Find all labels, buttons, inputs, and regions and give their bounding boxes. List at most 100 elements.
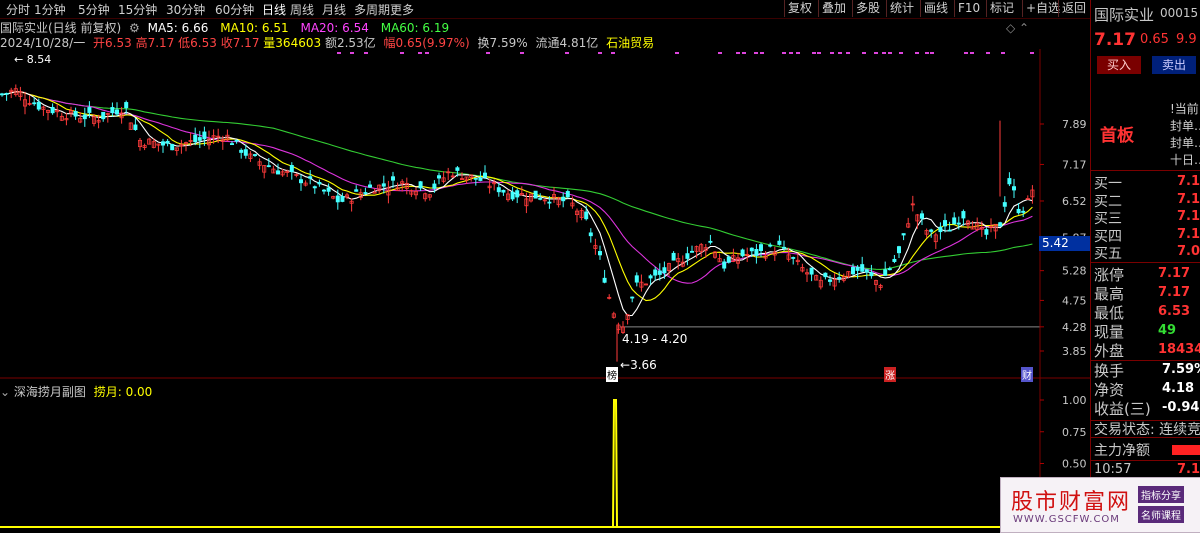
candle-body [515,190,520,198]
toolbar-button-8[interactable]: 返回 [1058,0,1089,17]
panel-separator [1090,460,1200,461]
candle-body [887,268,892,271]
candle-body [726,256,731,263]
candle-body [115,109,120,115]
toolbar-button-0[interactable]: 复权 [784,0,815,17]
candle-body [956,222,961,225]
stat-label: 涨停 [1094,266,1125,284]
candle-body [160,141,165,146]
ma60-value: MA60: 6.19 [380,21,450,35]
candle-body [768,244,773,247]
candle-body [243,149,248,156]
tab-9[interactable]: 多周期 [354,1,390,18]
signal-mark [718,52,722,54]
signal-mark [754,52,758,54]
candle-body [961,211,966,219]
tab-10[interactable]: 更多 [390,1,414,18]
tab-4[interactable]: 30分钟 [166,1,205,18]
candle-body [418,181,423,189]
price-axis-label: 3.85 [1062,345,1087,358]
chart-canvas[interactable]: 7.897.176.525.875.284.754.283.851.000.75… [0,0,1090,531]
signal-mark [675,52,679,54]
toolbar-button-5[interactable]: F10 [954,0,983,17]
signal-mark [400,52,404,54]
candle-body [708,240,713,243]
toolbar-button-1[interactable]: 叠加 [818,0,849,17]
chart-title: 国际实业(日线 前复权) [0,21,122,35]
candle-body [782,246,787,249]
candle-body [759,244,764,252]
event-badge-finance[interactable]: 财 [1021,367,1033,382]
price-axis-label: 5.28 [1062,265,1087,278]
signal-mark [736,52,740,54]
stat-value: 4.18 [1162,381,1195,396]
candle-body [657,270,662,275]
candle-body [239,149,244,153]
tab-7[interactable]: 周线 [290,1,314,18]
tab-6[interactable]: 日线 [262,1,286,18]
signal-mark [760,52,764,54]
candle-body [533,190,538,199]
signal-mark [964,52,968,54]
indicator-spike [610,399,620,528]
toolbar-button-7[interactable]: +自选 [1022,0,1063,17]
candle-body [855,266,860,271]
candle-body [87,107,92,113]
candle-body [823,272,828,278]
tab-2[interactable]: 5分钟 [78,1,110,18]
candle-body [547,201,552,204]
tab-5[interactable]: 60分钟 [215,1,254,18]
sub-axis-label: 0.50 [1062,458,1087,471]
toolbar-button-3[interactable]: 统计 [886,0,917,17]
candle-body [588,232,593,237]
high-mark: ← 8.54 [14,53,52,66]
toolbar-button-6[interactable]: 标记 [986,0,1017,17]
price-axis-label: 4.75 [1062,294,1087,307]
candle-body [901,233,906,236]
signal-mark [930,52,934,54]
stat-label: 最低 [1094,304,1125,322]
ma60-path [1,91,1033,270]
chevron-down-icon[interactable]: ⌄ [0,385,10,399]
tab-0[interactable]: 分时 [6,1,30,18]
note-line: 封单… [1170,119,1200,133]
tab-3[interactable]: 15分钟 [118,1,157,18]
toolbar-button-2[interactable]: 多股 [852,0,883,17]
signal-mark [782,52,786,54]
tab-8[interactable]: 月线 [322,1,346,18]
ma-header: 国际实业(日线 前复权) ⚙ MA5: 6.66 MA10: 6.51 MA20… [0,19,450,35]
candle-body [298,179,303,184]
candlesticks [0,84,1035,362]
signal-mark [611,52,615,54]
candle-body [690,250,695,253]
candle-body [897,246,902,254]
event-badge-limitup[interactable]: 涨 [884,367,896,382]
day-close: 收7.17 [220,36,260,50]
main-flow-bar [1172,445,1200,455]
candle-body [1007,178,1012,185]
nav-arrows-icon[interactable]: ◇ ⌃ [1006,21,1029,35]
bid-value: 7.15 [1177,191,1200,207]
low-mark: ←3.66 [620,358,657,372]
stat-label: 换手 [1094,362,1125,380]
range-label: 4.19 - 4.20 [622,332,688,346]
event-badge-list[interactable]: 榜 [606,367,618,382]
signal-mark [846,52,850,54]
stat-label: 外盘 [1094,342,1125,360]
candle-body [317,181,322,185]
candle-body [943,220,948,227]
buy-button[interactable]: 买入 [1097,56,1141,74]
candle-body [777,240,782,245]
toolbar-button-4[interactable]: 画线 [920,0,951,17]
signal-mark [486,52,490,54]
stat-value: 7.17 [1158,266,1191,281]
note-line: 封单… [1170,136,1200,150]
candle-body [671,252,676,261]
tab-1[interactable]: 1分钟 [34,1,66,18]
logo-url: WWW.GSCFW.COM [1013,514,1120,525]
candle-body [565,191,570,198]
candle-body [947,229,952,232]
settings-icon[interactable]: ⚙ [129,21,140,35]
sell-button[interactable]: 卖出 [1152,56,1196,74]
period-tab-bar: 分时 1分钟 5分钟 15分钟 30分钟 60分钟 日线 周线 月线 多周期 更多 复权 叠加 多股 统计画… [0,0,1090,19]
